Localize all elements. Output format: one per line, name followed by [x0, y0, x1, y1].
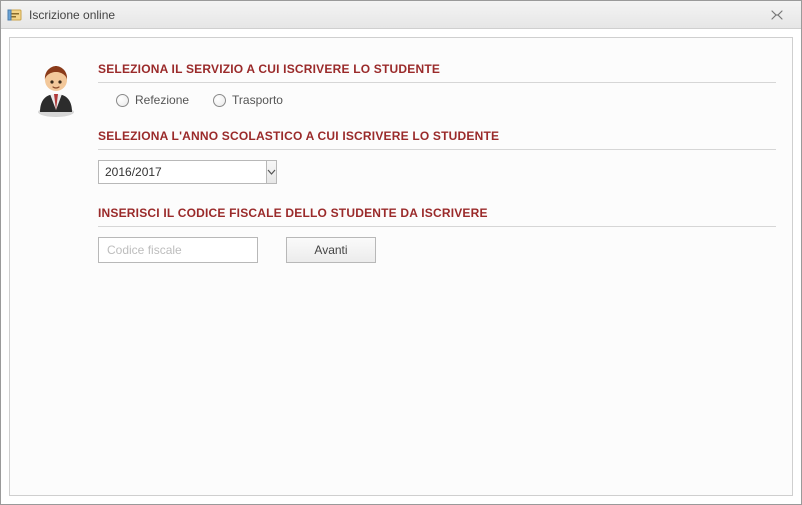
app-icon	[7, 7, 23, 23]
icon-column	[26, 54, 86, 479]
form-column: SELEZIONA IL SERVIZIO A CUI ISCRIVERE LO…	[98, 54, 776, 479]
section-header-cf: INSERISCI IL CODICE FISCALE DELLO STUDEN…	[98, 198, 776, 226]
school-year-input[interactable]	[98, 160, 266, 184]
service-radio-group: Refezione Trasporto	[98, 93, 776, 107]
radio-trasporto[interactable]: Trasporto	[213, 93, 283, 107]
divider	[98, 149, 776, 150]
radio-label: Refezione	[135, 93, 189, 107]
radio-icon	[213, 94, 226, 107]
chevron-down-icon	[267, 169, 276, 175]
form-panel: SELEZIONA IL SERVIZIO A CUI ISCRIVERE LO…	[9, 37, 793, 496]
close-button[interactable]	[759, 5, 795, 25]
radio-refezione[interactable]: Refezione	[116, 93, 189, 107]
radio-icon	[116, 94, 129, 107]
window-title: Iscrizione online	[29, 8, 115, 22]
close-icon	[770, 9, 784, 21]
combobox-toggle[interactable]	[266, 160, 277, 184]
titlebar: Iscrizione online	[1, 1, 801, 29]
avanti-button[interactable]: Avanti	[286, 237, 376, 263]
dialog-window: Iscrizione online	[0, 0, 802, 505]
school-year-combobox[interactable]	[98, 160, 234, 184]
codice-fiscale-input[interactable]	[98, 237, 258, 263]
divider	[98, 226, 776, 227]
radio-label: Trasporto	[232, 93, 283, 107]
cf-row: Avanti	[98, 237, 776, 263]
section-header-year: SELEZIONA L'ANNO SCOLASTICO A CUI ISCRIV…	[98, 121, 776, 149]
divider	[98, 82, 776, 83]
student-icon	[32, 62, 80, 479]
client-area: SELEZIONA IL SERVIZIO A CUI ISCRIVERE LO…	[1, 29, 801, 504]
section-header-service: SELEZIONA IL SERVIZIO A CUI ISCRIVERE LO…	[98, 54, 776, 82]
